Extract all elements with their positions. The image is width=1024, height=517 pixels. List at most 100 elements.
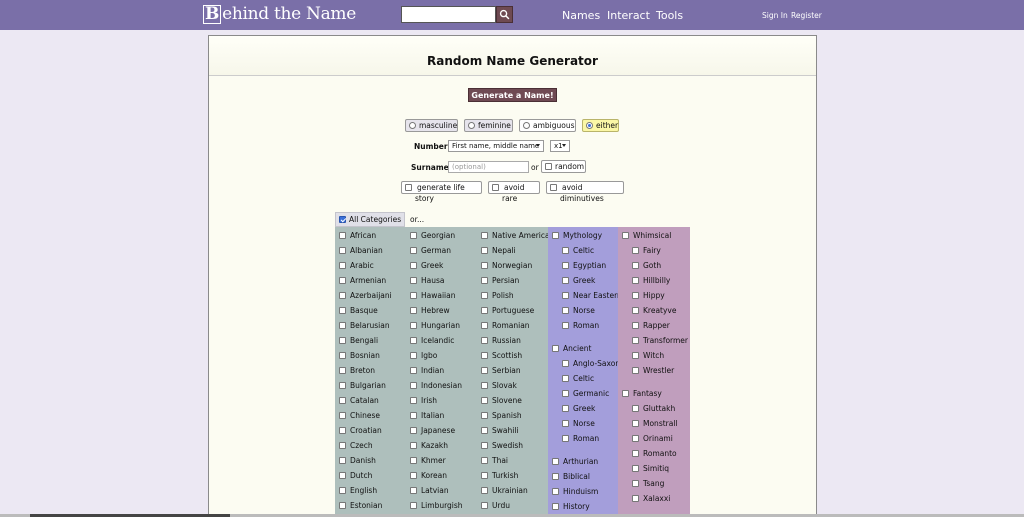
checkbox-icon bbox=[410, 322, 417, 329]
generate-button[interactable]: Generate a Name! bbox=[468, 88, 557, 102]
checkbox-icon bbox=[410, 247, 417, 254]
category-label: Kreatyve bbox=[643, 306, 677, 315]
gender-label: masculine bbox=[419, 121, 458, 130]
sign-in-link[interactable]: Sign In bbox=[762, 11, 788, 20]
checkbox-icon bbox=[632, 352, 639, 359]
category-label: Egyptian bbox=[573, 261, 607, 270]
checkbox-icon bbox=[410, 352, 417, 359]
search-input[interactable] bbox=[401, 6, 496, 23]
category-label: Norse bbox=[573, 306, 595, 315]
checkbox-icon bbox=[339, 367, 346, 374]
register-link[interactable]: Register bbox=[791, 11, 822, 20]
checkbox-icon bbox=[339, 472, 346, 479]
category-label: Thai bbox=[492, 456, 509, 465]
checkbox-icon bbox=[481, 502, 488, 509]
checkbox-icon bbox=[410, 442, 417, 449]
category-label: Indonesian bbox=[421, 381, 463, 390]
category-label: Goth bbox=[643, 261, 662, 270]
checkbox-icon bbox=[481, 307, 488, 314]
card-header: Random Name Generator bbox=[209, 36, 816, 76]
checkbox-icon bbox=[339, 277, 346, 284]
category-label: Polish bbox=[492, 291, 514, 300]
category-label: Slovak bbox=[492, 381, 517, 390]
checkbox-icon bbox=[632, 337, 639, 344]
category-label: Hillbilly bbox=[643, 276, 671, 285]
checkbox-icon bbox=[339, 262, 346, 269]
categories-or: or... bbox=[410, 215, 425, 224]
category-label: Estonian bbox=[350, 501, 383, 510]
category-label: Fairy bbox=[643, 246, 661, 255]
radio-icon bbox=[523, 122, 530, 129]
gender-either[interactable]: either bbox=[582, 119, 619, 132]
category-panel-mythology: Mythology Celtic Egyptian Greek Near Eastern… bbox=[548, 227, 622, 517]
checkbox-icon bbox=[481, 397, 488, 404]
gender-label: either bbox=[596, 121, 619, 130]
checkbox-icon bbox=[339, 337, 346, 344]
all-categories-toggle[interactable]: All Categories bbox=[335, 212, 405, 227]
site-logo[interactable]: Behind the Name bbox=[203, 4, 356, 24]
category-label: Portuguese bbox=[492, 306, 535, 315]
category-label: Urdu bbox=[492, 501, 510, 510]
avoid-rare-toggle[interactable]: avoid rare bbox=[488, 181, 540, 203]
category-label: Khmer bbox=[421, 456, 446, 465]
category-label: Mythology bbox=[563, 231, 603, 240]
random-surname-toggle[interactable]: random bbox=[541, 160, 586, 173]
gender-feminine[interactable]: feminine bbox=[464, 119, 513, 132]
gender-ambiguous[interactable]: ambiguous bbox=[519, 119, 576, 132]
checkbox-icon bbox=[481, 442, 488, 449]
checkbox-icon bbox=[481, 337, 488, 344]
checkbox-icon bbox=[481, 487, 488, 494]
search-button[interactable] bbox=[496, 6, 513, 23]
nav-names[interactable]: Names bbox=[562, 9, 600, 22]
checkbox-icon bbox=[562, 420, 569, 427]
checkbox-icon bbox=[481, 292, 488, 299]
option-label: avoid rare bbox=[502, 183, 525, 203]
category-label: Monstrall bbox=[643, 419, 678, 428]
category-label: Swedish bbox=[492, 441, 524, 450]
surname-label: Surname bbox=[411, 163, 449, 172]
category-label: Near Eastern bbox=[573, 291, 622, 300]
category-label: English bbox=[350, 486, 378, 495]
checkbox-icon bbox=[632, 307, 639, 314]
checkbox-icon bbox=[481, 322, 488, 329]
chevron-down-icon bbox=[562, 144, 566, 147]
surname-input[interactable]: (optional) bbox=[448, 161, 529, 173]
multiplier-select[interactable]: x1 bbox=[550, 140, 570, 152]
checkbox-icon bbox=[410, 277, 417, 284]
category-label: Norse bbox=[573, 419, 595, 428]
option-label: avoid diminutives bbox=[560, 183, 604, 203]
checkbox-icon bbox=[481, 382, 488, 389]
checkbox-icon bbox=[562, 375, 569, 382]
checkbox-icon bbox=[552, 345, 559, 352]
category-label: Icelandic bbox=[421, 336, 455, 345]
category-label: Serbian bbox=[492, 366, 521, 375]
checkbox-checked-icon bbox=[339, 216, 346, 223]
checkbox-icon bbox=[545, 163, 552, 170]
life-story-toggle[interactable]: generate life story bbox=[401, 181, 482, 203]
gender-masculine[interactable]: masculine bbox=[405, 119, 458, 132]
chevron-down-icon bbox=[536, 144, 540, 147]
all-categories-label: All Categories bbox=[349, 215, 402, 224]
gender-label: ambiguous bbox=[533, 121, 575, 130]
checkbox-icon bbox=[339, 247, 346, 254]
checkbox-icon bbox=[410, 397, 417, 404]
category-label: Romanian bbox=[492, 321, 530, 330]
checkbox-icon bbox=[339, 457, 346, 464]
avoid-diminutives-toggle[interactable]: avoid diminutives bbox=[546, 181, 624, 203]
nav-interact[interactable]: Interact bbox=[607, 9, 650, 22]
number-select[interactable]: First name, middle name bbox=[448, 140, 544, 152]
category-label: Xalaxxi bbox=[643, 494, 671, 503]
category-label: Catalan bbox=[350, 396, 379, 405]
checkbox-icon bbox=[339, 307, 346, 314]
checkbox-icon bbox=[632, 420, 639, 427]
nav-tools[interactable]: Tools bbox=[656, 9, 683, 22]
checkbox-icon bbox=[339, 397, 346, 404]
radio-icon bbox=[409, 122, 416, 129]
checkbox-icon bbox=[410, 412, 417, 419]
checkbox-icon bbox=[410, 307, 417, 314]
category-label: Wrestler bbox=[643, 366, 675, 375]
checkbox-icon bbox=[410, 232, 417, 239]
category-label: Dutch bbox=[350, 471, 373, 480]
checkbox-icon bbox=[632, 480, 639, 487]
checkbox-icon bbox=[492, 184, 499, 191]
